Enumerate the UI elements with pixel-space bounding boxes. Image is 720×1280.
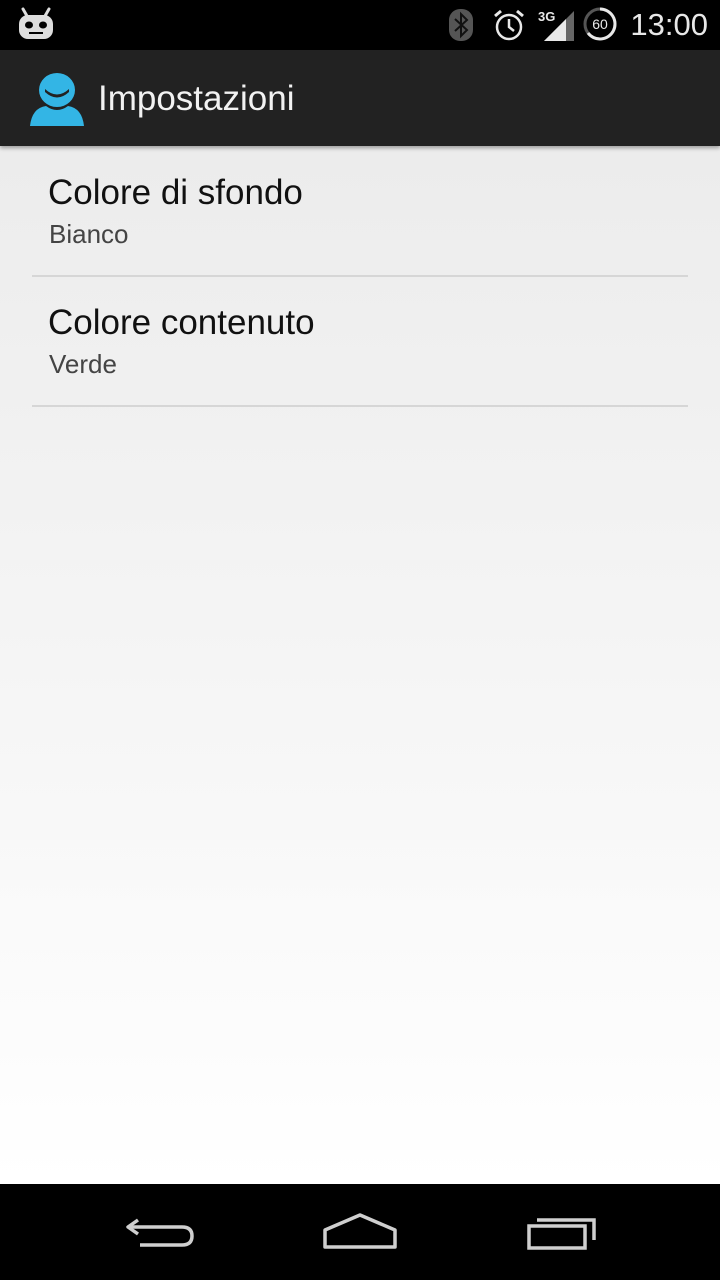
back-button[interactable] (110, 1202, 210, 1262)
back-icon (126, 1218, 194, 1247)
preference-summary: Bianco (49, 219, 129, 249)
action-bar: Impostazioni (0, 50, 720, 146)
app-icon[interactable] (28, 70, 86, 128)
recents-button[interactable] (512, 1202, 612, 1262)
alarm-icon (494, 9, 524, 41)
bluetooth-icon (449, 9, 473, 41)
preference-title: Colore contenuto (48, 303, 315, 342)
status-bar: 3G 60 13:00 (0, 0, 720, 50)
preference-background-color[interactable]: Colore di sfondo Bianco (32, 146, 688, 277)
clock: 13:00 (630, 7, 708, 42)
network-type-label: 3G (538, 9, 555, 24)
cyanogenmod-icon (19, 7, 53, 39)
signal-icon: 3G (536, 8, 576, 42)
home-icon (323, 1213, 397, 1249)
preference-summary: Verde (49, 349, 117, 379)
battery-level-label: 60 (592, 16, 608, 32)
battery-icon: 60 (583, 7, 617, 41)
preferences-list: Colore di sfondo Bianco Colore contenuto… (0, 146, 720, 1184)
recents-icon (527, 1218, 596, 1250)
preference-content-color[interactable]: Colore contenuto Verde (32, 276, 688, 407)
page-title: Impostazioni (98, 79, 295, 118)
home-button[interactable] (310, 1202, 410, 1262)
navigation-bar (0, 1184, 720, 1280)
preference-title: Colore di sfondo (48, 173, 303, 212)
